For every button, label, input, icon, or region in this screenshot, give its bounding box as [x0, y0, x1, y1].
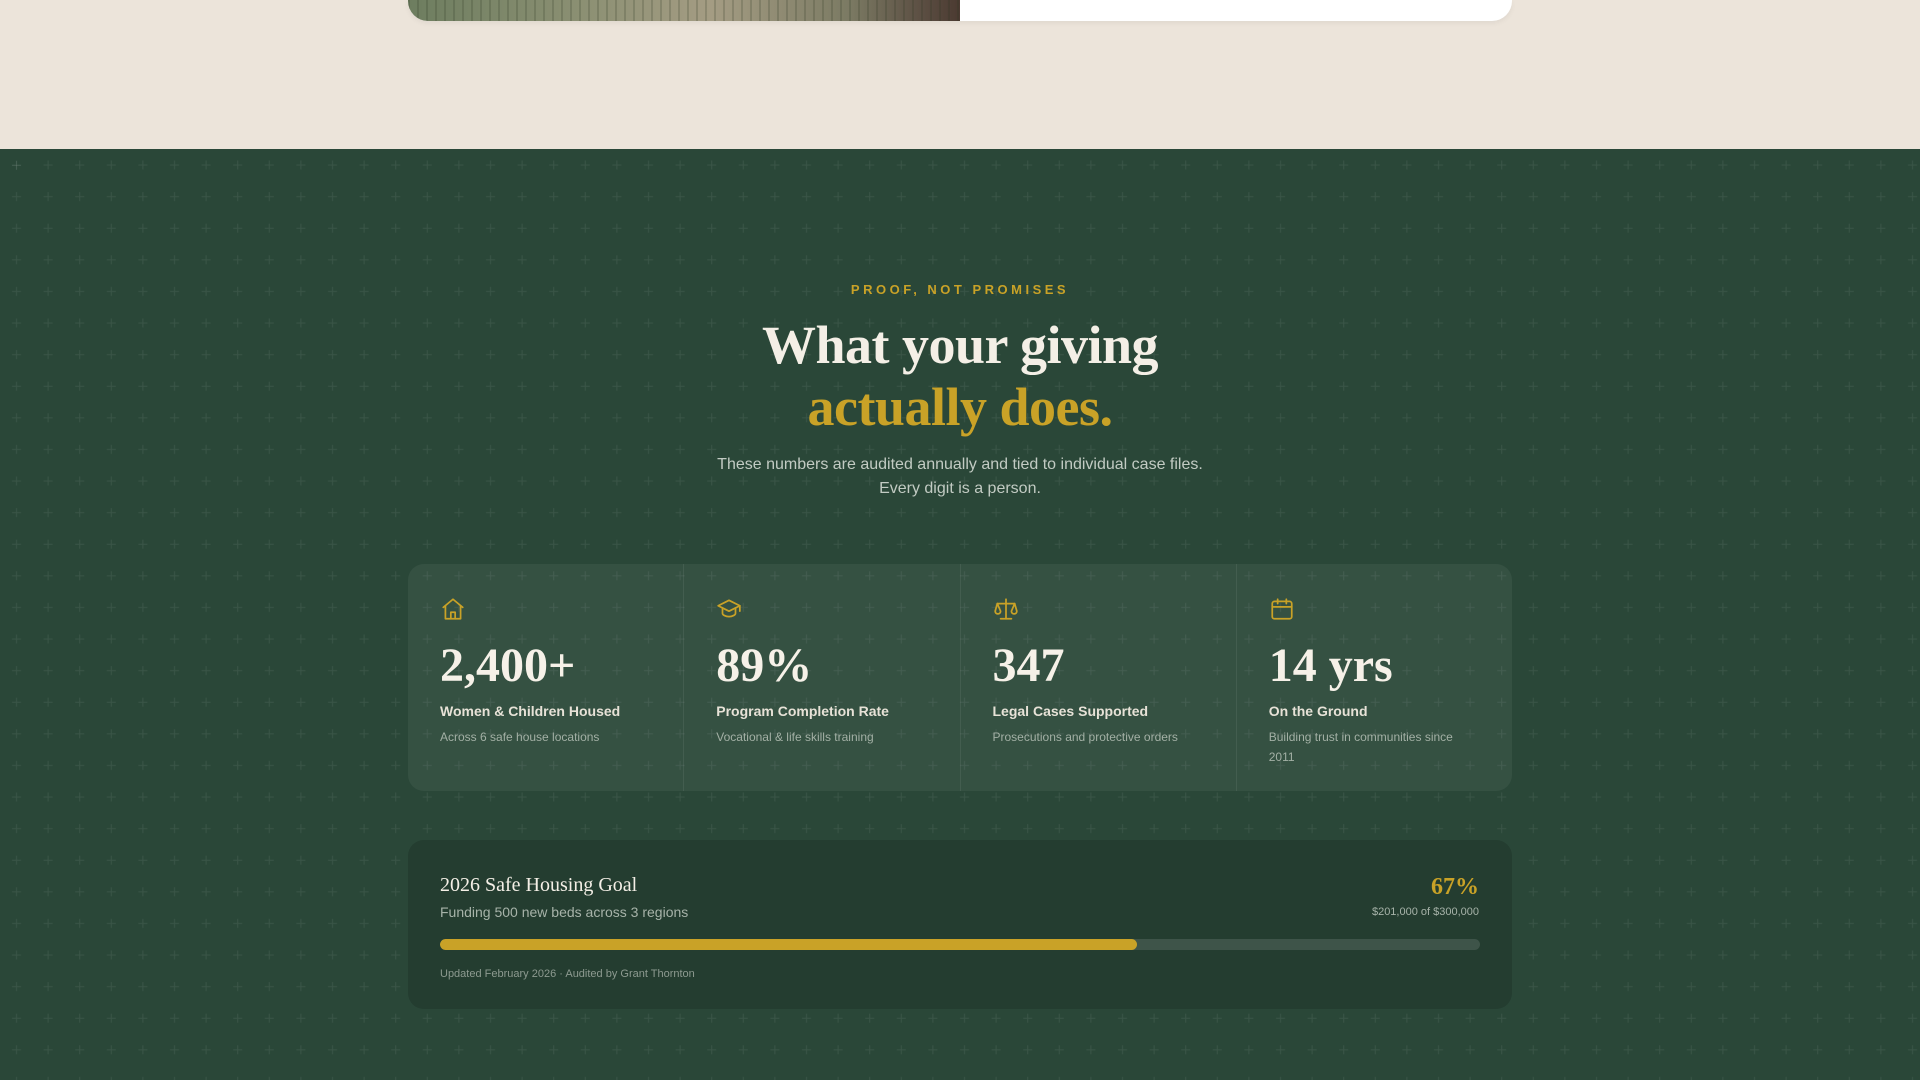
goal-title: 2026 Safe Housing Goal [440, 874, 638, 896]
subtext-line-2: Every digit is a person. [879, 480, 1041, 497]
stat-value: 347 [992, 639, 1065, 692]
stat-description: Vocational & life skills training [716, 730, 874, 744]
stat-card-housed: 2,400+ Women & Children Housed Across 6 … [408, 564, 683, 791]
goal-subtitle: Funding 500 new beds across 3 regions [440, 904, 689, 920]
subtext-line-1: These numbers are audited annually and t… [717, 456, 1203, 473]
goal-progress-fill [440, 939, 1137, 950]
goal-amount: $201,000 of $300,000 [1371, 906, 1479, 918]
scale-icon [993, 598, 1018, 620]
headline-line-2-accent: actually does. [807, 377, 1113, 437]
headline-line-1: What your giving [761, 315, 1159, 375]
stat-value: 14 yrs [1268, 639, 1393, 692]
calendar-icon [1271, 598, 1293, 620]
funding-goal-card: 2026 Safe Housing Goal Funding 500 new b… [408, 840, 1512, 1009]
stat-label: On the Ground [1268, 703, 1368, 719]
goal-progress-bar [440, 939, 1480, 950]
stat-card-legal: 347 Legal Cases Supported Prosecutions a… [959, 564, 1236, 791]
stat-description: Prosecutions and protective orders [992, 730, 1178, 744]
stats-row: 2,400+ Women & Children Housed Across 6 … [408, 564, 1512, 791]
goal-percent: 67% [1431, 874, 1479, 900]
stat-label: Women & Children Housed [440, 703, 621, 719]
section-subtext: These numbers are audited annually and t… [0, 453, 1920, 501]
stat-value: 89% [716, 639, 813, 692]
impact-section: PROOF, NOT PROMISES What your giving act… [0, 149, 1920, 1080]
section-headline: What your giving actually does. [0, 314, 1920, 438]
stat-card-years: 14 yrs On the Ground Building trust in c… [1235, 564, 1512, 791]
story-card [408, 0, 1512, 21]
goal-footnote: Updated February 2026 · Audited by Grant… [440, 968, 695, 980]
stat-label: Program Completion Rate [716, 703, 889, 719]
stat-description: Building trust in communities since 2011 [1268, 730, 1453, 764]
story-card-illustration [408, 0, 960, 21]
top-band [0, 0, 1920, 149]
stat-description: Across 6 safe house locations [440, 730, 600, 744]
section-eyebrow: PROOF, NOT PROMISES [850, 282, 1070, 297]
home-icon [442, 598, 464, 620]
stat-value: 2,400+ [440, 639, 576, 692]
stat-card-completion: 89% Program Completion Rate Vocational &… [683, 564, 959, 791]
graduation-cap-icon [717, 599, 741, 618]
stat-label: Legal Cases Supported [992, 703, 1149, 719]
